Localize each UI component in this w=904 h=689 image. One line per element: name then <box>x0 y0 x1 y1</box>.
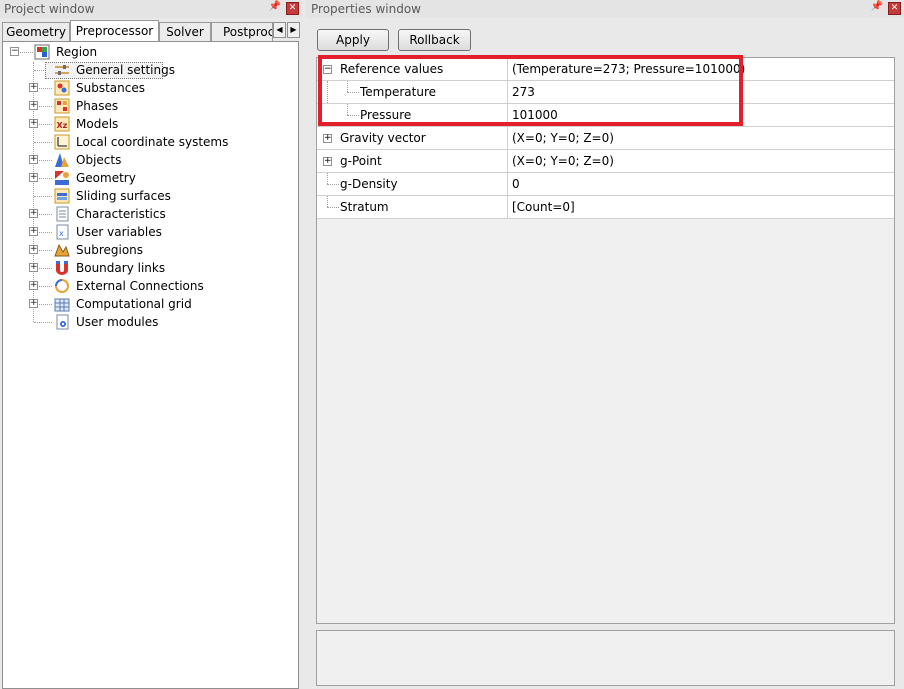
subregions-icon <box>54 242 70 258</box>
property-name: Stratum <box>340 200 389 214</box>
property-row-g-point[interactable]: + g-Point (X=0; Y=0; Z=0) <box>317 150 894 173</box>
project-tree: − Region General settings + Substances +… <box>2 41 299 689</box>
property-row-g-density[interactable]: g-Density 0 <box>317 173 894 196</box>
svg-text:x: x <box>59 229 64 238</box>
properties-window: Properties window 📌 ✕ Apply Rollback − R… <box>306 0 904 689</box>
project-window-title: Project window <box>4 2 95 16</box>
property-value[interactable]: 273 <box>507 81 894 103</box>
property-value[interactable]: (Temperature=273; Pressure=101000) <box>507 58 894 80</box>
tree-expand-icon[interactable]: + <box>29 227 38 236</box>
property-value[interactable]: [Count=0] <box>507 196 894 218</box>
models-icon: Xz <box>54 116 70 132</box>
tab-scroll-left-icon[interactable]: ◀ <box>273 22 286 38</box>
user-variables-icon: x <box>54 224 70 240</box>
close-icon[interactable]: ✕ <box>888 2 901 15</box>
close-icon[interactable]: ✕ <box>286 2 299 15</box>
tree-expand-icon[interactable]: + <box>29 245 38 254</box>
property-value[interactable]: 101000 <box>507 104 894 126</box>
property-row-pressure[interactable]: Pressure 101000 <box>317 104 894 127</box>
property-row-temperature[interactable]: Temperature 273 <box>317 81 894 115</box>
property-row-stratum[interactable]: Stratum [Count=0] <box>317 196 894 219</box>
tree-expand-icon[interactable]: + <box>29 299 38 308</box>
tree-expand-icon[interactable]: + <box>29 155 38 164</box>
tab-postprocessor[interactable]: Postproce <box>211 22 273 41</box>
pin-icon[interactable]: 📌 <box>870 1 884 15</box>
tree-expand-icon[interactable]: + <box>29 83 38 92</box>
boundary-links-icon <box>54 260 70 276</box>
property-name: Gravity vector <box>340 131 426 145</box>
characteristics-icon <box>54 206 70 222</box>
expand-icon[interactable]: + <box>323 157 332 166</box>
tree-expand-icon[interactable]: + <box>29 173 38 182</box>
property-name: g-Density <box>340 177 398 191</box>
pin-icon[interactable]: 📌 <box>268 1 282 15</box>
apply-button[interactable]: Apply <box>317 29 389 51</box>
property-row-reference-values[interactable]: − Reference values (Temperature=273; Pre… <box>317 58 894 81</box>
properties-window-title: Properties window <box>311 2 421 16</box>
property-name: Reference values <box>340 62 444 76</box>
expand-icon[interactable]: + <box>323 134 332 143</box>
tab-preprocessor[interactable]: Preprocessor <box>70 20 159 41</box>
objects-icon <box>54 152 70 168</box>
tree-expand-icon[interactable]: + <box>29 209 38 218</box>
tree-expand-icon[interactable]: + <box>29 119 38 128</box>
rollback-button[interactable]: Rollback <box>398 29 471 51</box>
property-grid: − Reference values (Temperature=273; Pre… <box>316 57 895 624</box>
property-value[interactable]: (X=0; Y=0; Z=0) <box>507 150 894 172</box>
project-window: Project window 📌 ✕ Geometry Preprocessor… <box>0 0 302 689</box>
svg-text:Xz: Xz <box>57 121 68 130</box>
project-tabs: Geometry Preprocessor Solver Postproce ◀… <box>0 20 302 41</box>
tab-scroll-right-icon[interactable]: ▶ <box>287 22 300 38</box>
region-icon <box>34 44 50 60</box>
user-modules-icon <box>54 314 70 330</box>
computational-grid-icon <box>54 296 70 312</box>
substances-icon <box>54 80 70 96</box>
tab-geometry[interactable]: Geometry <box>2 22 70 41</box>
collapse-icon[interactable]: − <box>323 65 332 74</box>
tab-solver[interactable]: Solver <box>159 22 211 41</box>
property-name: g-Point <box>340 154 382 168</box>
phases-icon <box>54 98 70 114</box>
tree-expand-icon[interactable]: + <box>29 101 38 110</box>
sliding-surfaces-icon <box>54 188 70 204</box>
property-value[interactable]: 0 <box>507 173 894 195</box>
property-name: Temperature <box>360 85 437 99</box>
property-description-panel <box>316 630 895 686</box>
coordinate-system-icon <box>54 134 70 150</box>
project-window-titlebar: Project window 📌 ✕ <box>0 0 302 18</box>
tree-expand-icon[interactable]: + <box>29 263 38 272</box>
property-row-gravity-vector[interactable]: + Gravity vector (X=0; Y=0; Z=0) <box>317 127 894 150</box>
tree-expand-icon[interactable]: + <box>29 281 38 290</box>
external-connections-icon <box>54 278 70 294</box>
tree-collapse-icon[interactable]: − <box>10 47 19 56</box>
geometry-icon <box>54 170 70 186</box>
property-name: Pressure <box>360 108 412 122</box>
property-value[interactable]: (X=0; Y=0; Z=0) <box>507 127 894 149</box>
settings-sliders-icon <box>54 62 70 78</box>
properties-window-titlebar: Properties window 📌 ✕ <box>306 0 904 18</box>
